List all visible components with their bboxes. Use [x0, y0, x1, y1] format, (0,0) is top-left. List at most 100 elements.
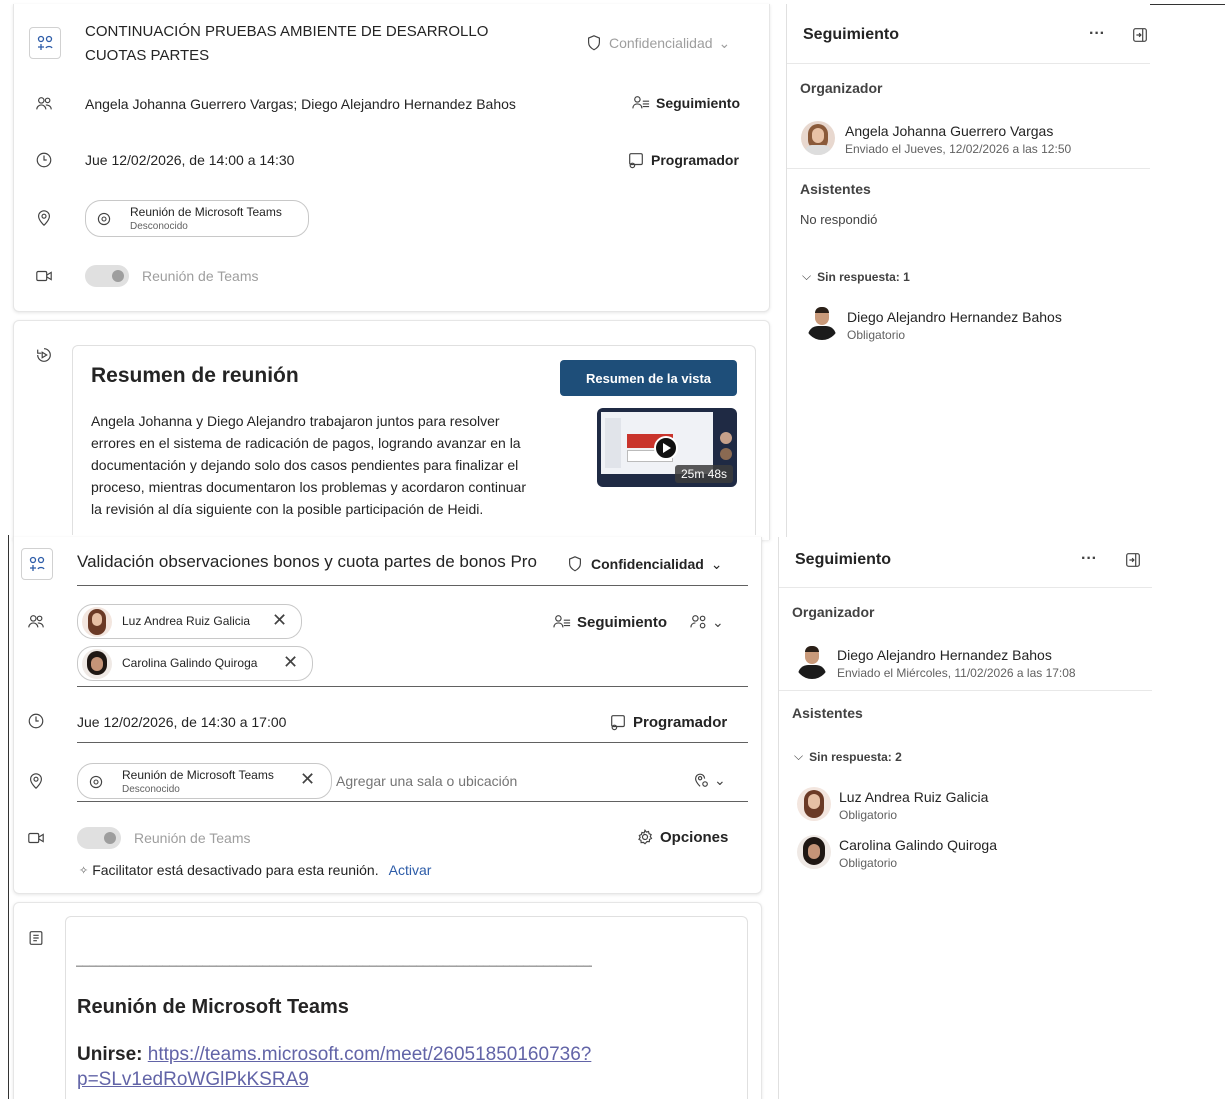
location-input[interactable] [336, 770, 636, 792]
panel-divider [787, 63, 1150, 64]
attendees-label: Asistentes [792, 705, 863, 721]
attendees-text[interactable]: Angela Johanna Guerrero Vargas; Diego Al… [85, 96, 516, 112]
group-label: Sin respuesta: 2 [809, 749, 902, 764]
join-line: Unirse: https://teams.microsoft.com/meet… [77, 1041, 591, 1069]
scheduler-button[interactable]: Programador [609, 713, 727, 731]
category-button[interactable] [21, 548, 53, 580]
thumb-avatar [720, 432, 732, 444]
activate-link[interactable]: Activar [389, 862, 432, 878]
teams-meeting-toggle[interactable] [85, 265, 129, 287]
bottom-frame-left [8, 535, 9, 1099]
group-label: Sin respuesta: 1 [817, 269, 910, 284]
tracking-icon [553, 615, 571, 628]
datetime-text[interactable]: Jue 12/02/2026, de 14:30 a 17:00 [77, 714, 286, 730]
scheduler-label: Programador [633, 713, 728, 731]
more-options-button[interactable]: ··· [1081, 550, 1097, 568]
organizer-sent: Enviado el Jueves, 12/02/2026 a las 12:5… [845, 142, 1072, 156]
recording-thumbnail[interactable]: 25m 48s [597, 408, 737, 487]
confidentiality-dropdown[interactable]: Confidencialidad ⌄ [566, 555, 723, 573]
attendee-role: Obligatorio [839, 808, 898, 822]
chevron-down-icon: ⌄ [718, 34, 731, 51]
attendee-chip[interactable]: Luz Andrea Ruiz Galicia ✕ [77, 604, 302, 639]
pop-out-icon[interactable] [1124, 551, 1142, 572]
tracking-button[interactable]: Seguimiento [632, 94, 740, 112]
chevron-down-icon: ⌵ [802, 269, 812, 283]
summary-line: la revisión al día siguiente con la posi… [91, 501, 484, 517]
location-status: Desconocido [130, 221, 188, 232]
scheduler-button[interactable]: Programador [627, 151, 739, 169]
chevron-down-icon: ⌄ [714, 771, 726, 788]
room-finder-button[interactable]: ⌄ [692, 771, 726, 789]
avatar [82, 607, 112, 637]
sparkle-icon: ✧ [79, 864, 89, 877]
remove-icon[interactable]: ✕ [283, 652, 298, 673]
thumb-avatar [720, 448, 732, 460]
attendee-role: Obligatorio [847, 328, 906, 342]
options-button[interactable]: Opciones [636, 828, 728, 846]
top-panel-border [786, 4, 787, 537]
confidentiality-label: Confidencialidad [591, 556, 704, 572]
attendee-name[interactable]: Diego Alejandro Hernandez Bahos [847, 309, 1062, 325]
join-link-cont[interactable]: p=SLv1edRoWGlPkKSRA9 [77, 1069, 309, 1091]
confidentiality-dropdown[interactable]: Confidencialidad ⌄ [585, 34, 730, 52]
summary-line: proceso, mientras documentaron los probl… [91, 479, 527, 495]
tracking-button[interactable]: Seguimiento [553, 613, 667, 631]
tracking-label: Seguimiento [577, 613, 668, 631]
location-chip[interactable]: Reunión de Microsoft Teams Desconocido [85, 200, 309, 237]
no-response-group-toggle[interactable]: ⌵ Sin respuesta: 2 [794, 749, 902, 764]
location-pin-icon [97, 212, 111, 226]
video-icon [34, 266, 54, 286]
attendees-underline [77, 686, 748, 687]
event-title-line1[interactable]: CONTINUACIÓN PRUEBAS AMBIENTE DE DESARRO… [85, 23, 488, 40]
attendee-chip[interactable]: Carolina Galindo Quiroga ✕ [77, 646, 313, 681]
avatar [797, 787, 831, 821]
location-settings-icon [695, 773, 708, 787]
remove-icon[interactable]: ✕ [300, 769, 315, 790]
attendee-name[interactable]: Luz Andrea Ruiz Galicia [839, 789, 988, 805]
join-link[interactable]: https://teams.microsoft.com/meet/2605185… [148, 1044, 592, 1065]
event-title: Validación observaciones bonos y cuota p… [77, 552, 537, 571]
body-editor[interactable]: ________________________________________… [65, 916, 748, 1099]
view-summary-button[interactable]: Resumen de la vista [560, 360, 737, 396]
panel-divider [779, 690, 1152, 691]
scheduler-icon [629, 153, 643, 169]
event-title-line2[interactable]: CUOTAS PARTES [85, 47, 209, 64]
location-icon [26, 771, 46, 791]
location-name: Reunión de Microsoft Teams [122, 768, 274, 782]
organizer-label: Organizador [800, 80, 883, 96]
avatar [797, 835, 831, 869]
join-label: Unirse: [77, 1044, 143, 1065]
pop-out-icon[interactable] [1131, 26, 1149, 47]
datetime-text[interactable]: Jue 12/02/2026, de 14:00 a 14:30 [85, 152, 294, 168]
location-chip[interactable]: Reunión de Microsoft Teams Desconocido ✕ [77, 763, 332, 799]
location-status: Desconocido [122, 784, 180, 795]
teams-meeting-toggle[interactable] [77, 827, 121, 849]
tracking-label: Seguimiento [656, 95, 741, 111]
organizer-name[interactable]: Diego Alejandro Hernandez Bahos [837, 647, 1052, 663]
summary-line: documentación y dejando solo dos casos p… [91, 457, 519, 473]
notes-icon [26, 928, 46, 948]
attendees-label: Asistentes [800, 181, 871, 197]
attendee-options-button[interactable]: ⌄ [690, 613, 724, 631]
panel-divider [787, 168, 1150, 169]
chevron-down-icon: ⌵ [794, 749, 804, 763]
more-options-button[interactable]: ··· [1089, 25, 1105, 43]
chevron-down-icon: ⌄ [710, 555, 723, 572]
attendee-name[interactable]: Carolina Galindo Quiroga [839, 837, 997, 853]
no-response-group-toggle[interactable]: ⌵ Sin respuesta: 1 [802, 269, 910, 284]
remove-icon[interactable]: ✕ [272, 610, 287, 631]
summary-line: Angela Johanna y Diego Alejandro trabaja… [91, 413, 500, 429]
bottom-panel-title: Seguimiento [795, 551, 892, 568]
organizer-name[interactable]: Angela Johanna Guerrero Vargas [845, 123, 1053, 139]
avatar [795, 645, 829, 679]
event-title-input[interactable]: Validación observaciones bonos y cuota p… [77, 552, 547, 578]
avatar [82, 649, 112, 679]
panel-divider [779, 587, 1152, 588]
location-underline [77, 801, 748, 802]
category-icon [29, 556, 45, 571]
location-pin-icon [89, 775, 103, 789]
attendee-chip-name: Carolina Galindo Quiroga [122, 656, 258, 670]
attendee-role: Obligatorio [839, 856, 898, 870]
teams-toggle-label: Reunión de Teams [134, 830, 251, 846]
category-button[interactable] [29, 27, 61, 59]
